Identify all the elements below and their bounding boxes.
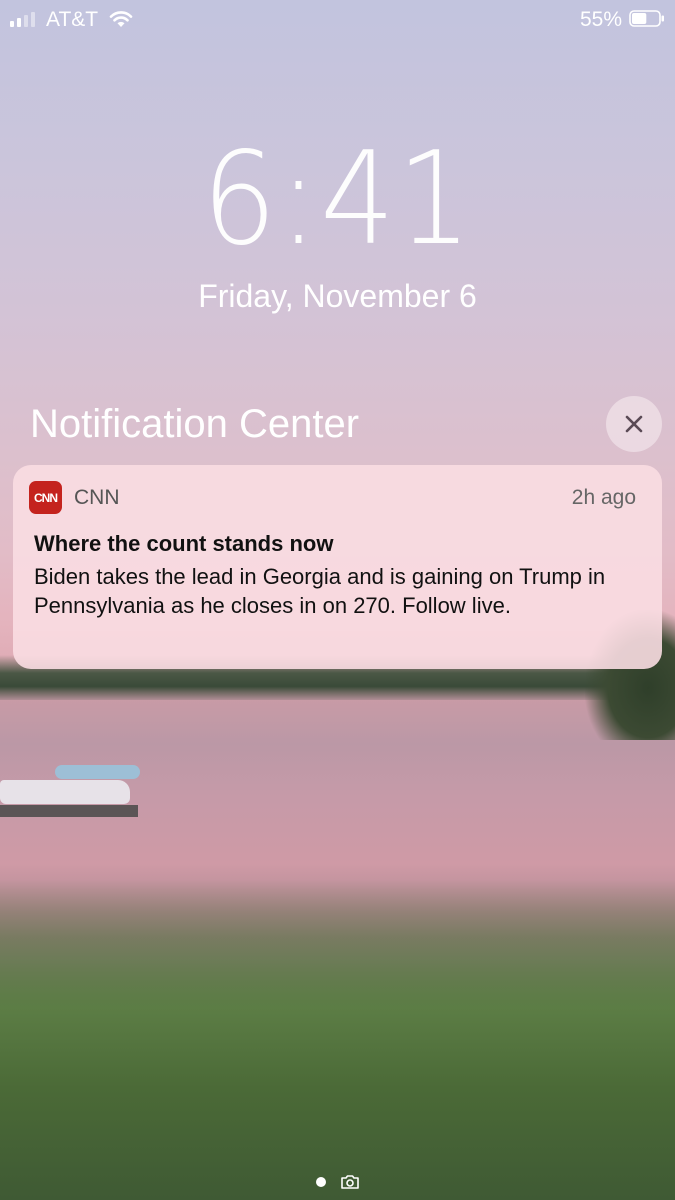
signal-icon bbox=[10, 11, 35, 27]
notification-body: Biden takes the lead in Georgia and is g… bbox=[34, 564, 606, 618]
wallpaper-grass bbox=[0, 880, 675, 1200]
time-text: 6:41 bbox=[201, 125, 474, 274]
battery-percent: 55% bbox=[579, 8, 622, 31]
close-icon bbox=[625, 415, 643, 433]
notification-title: Where the count stands now bbox=[34, 531, 334, 556]
notification-time: 2h ago bbox=[571, 486, 636, 509]
lock-screen-time: 6:41 bbox=[0, 130, 675, 270]
battery-icon bbox=[629, 10, 664, 27]
camera-icon[interactable] bbox=[340, 1174, 360, 1190]
notification-card[interactable]: CNN CNN 2h ago Where the count stands no… bbox=[13, 465, 662, 669]
notification-app-name: CNN bbox=[74, 486, 120, 509]
notification-center-title: Notification Center bbox=[30, 402, 360, 446]
status-bar: AT&T 55% bbox=[0, 0, 675, 40]
wallpaper-dock bbox=[0, 745, 150, 825]
cnn-app-icon: CNN bbox=[29, 481, 62, 514]
lock-screen-date: Friday, November 6 bbox=[198, 278, 477, 314]
page-dot-icon bbox=[316, 1177, 326, 1187]
carrier-label: AT&T bbox=[46, 8, 99, 31]
wifi-icon bbox=[109, 11, 133, 27]
clear-notifications-button[interactable] bbox=[606, 396, 662, 452]
